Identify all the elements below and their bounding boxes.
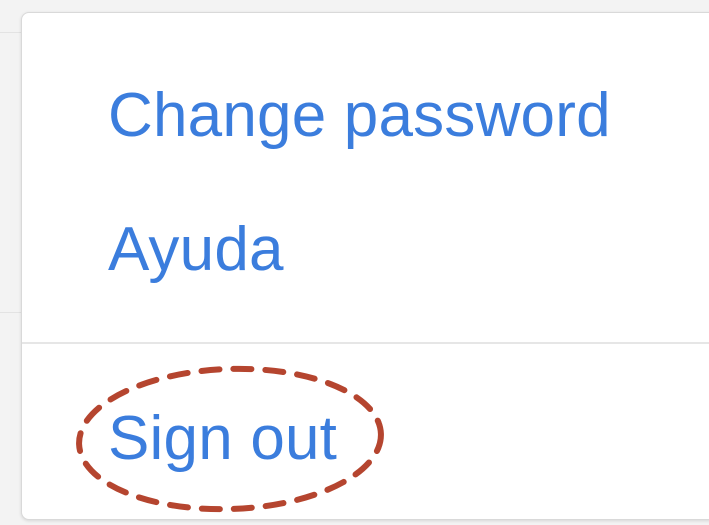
menu-divider <box>22 342 709 344</box>
change-password-link[interactable]: Change password <box>108 85 611 147</box>
sign-out-link[interactable]: Sign out <box>108 408 337 470</box>
help-link[interactable]: Ayuda <box>108 219 284 281</box>
account-dropdown-menu: Change password Ayuda Sign out <box>21 12 709 520</box>
